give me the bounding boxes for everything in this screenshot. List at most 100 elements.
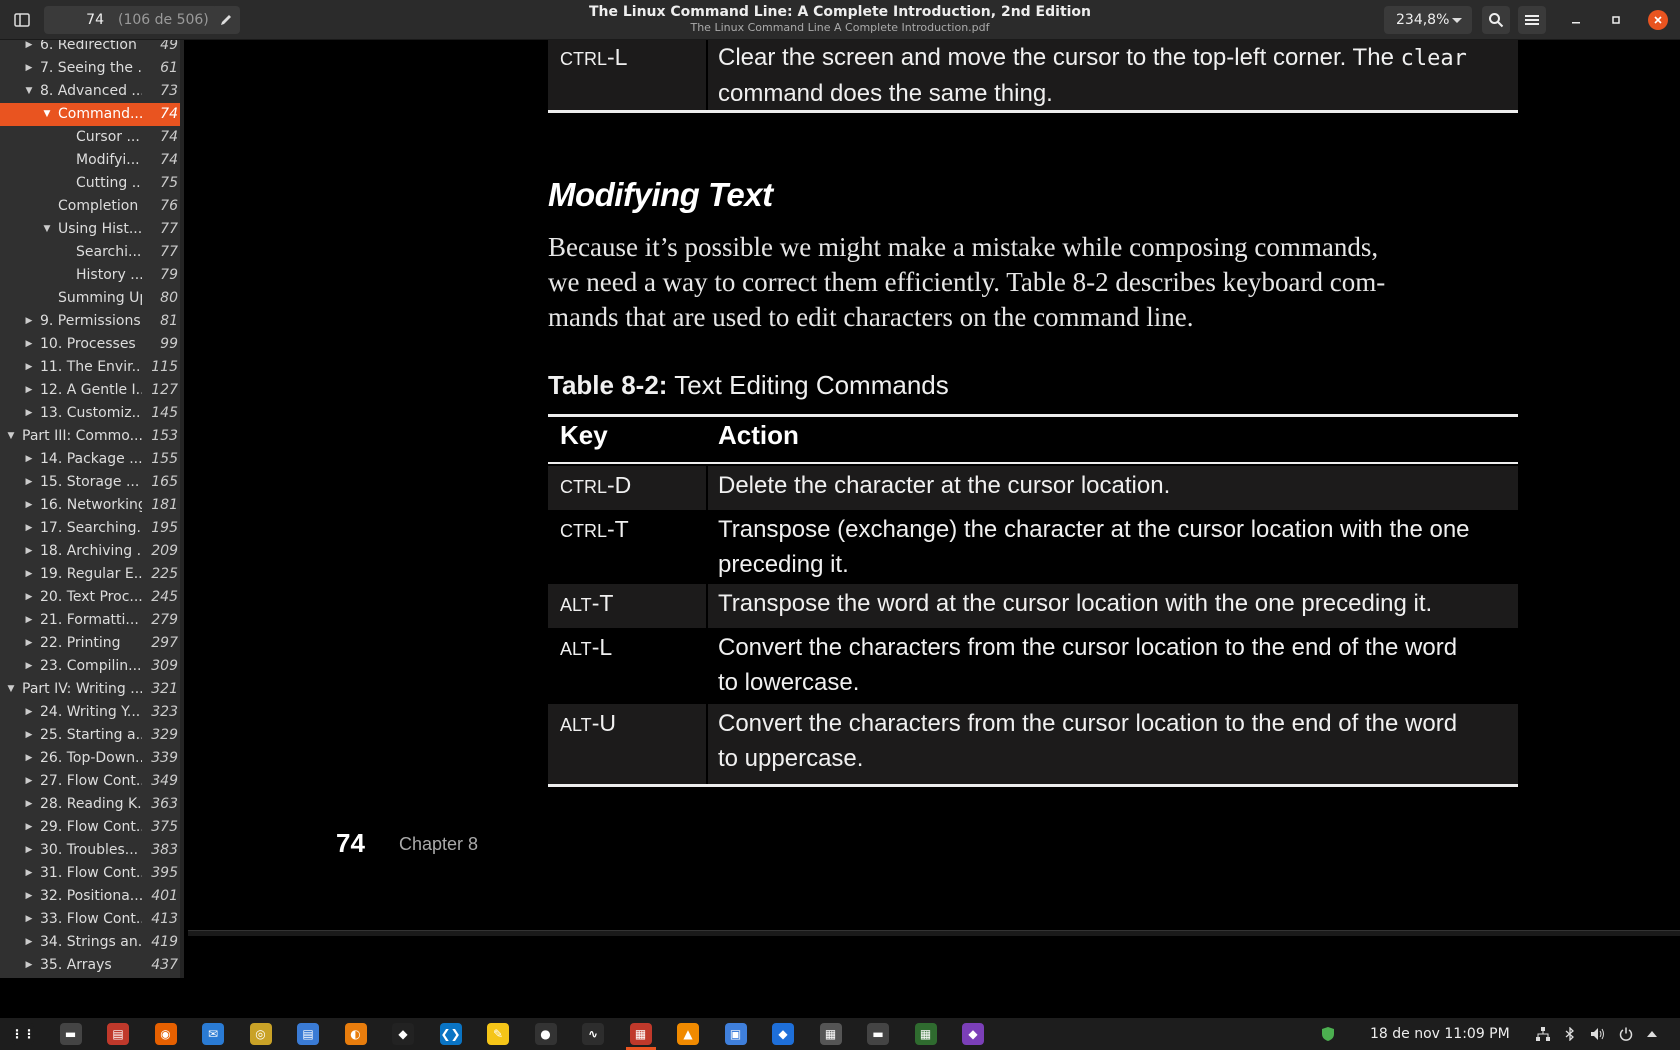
- outline-item[interactable]: ▶ 13. Customiz... 145: [0, 402, 180, 425]
- outline-item[interactable]: ▶ 28. Reading K... 363: [0, 793, 180, 816]
- annotate-pencil-icon[interactable]: [212, 6, 240, 34]
- screenshot-icon[interactable]: ▣: [724, 1023, 747, 1045]
- outline-item[interactable]: ▶ 32. Positiona... 401: [0, 885, 180, 908]
- maximize-icon[interactable]: [1606, 10, 1626, 30]
- expander-down-icon[interactable]: ▼: [42, 218, 52, 241]
- clock[interactable]: 18 de nov 11:09 PM: [1370, 1018, 1510, 1050]
- outline-item[interactable]: ▶ 25. Starting a... 329: [0, 724, 180, 747]
- outline-item[interactable]: ▶ 16. Networking 181: [0, 494, 180, 517]
- expander-down-icon[interactable]: ▼: [24, 80, 34, 103]
- notes-icon[interactable]: ✎: [487, 1023, 509, 1045]
- outline-item[interactable]: ▼ Part IV: Writing ... 321: [0, 678, 180, 701]
- power-icon[interactable]: [1616, 1024, 1636, 1044]
- zoom-selector[interactable]: 234,8%: [1384, 6, 1472, 34]
- expander-right-icon[interactable]: ▶: [24, 356, 34, 379]
- outline-item[interactable]: ▶ 6. Redirection 49: [0, 40, 180, 57]
- expander-right-icon[interactable]: ▶: [24, 724, 34, 747]
- vlc-icon[interactable]: ▲: [677, 1023, 699, 1045]
- expander-right-icon[interactable]: ▶: [24, 586, 34, 609]
- expander-right-icon[interactable]: ▶: [24, 793, 34, 816]
- expander-right-icon[interactable]: ▶: [24, 333, 34, 356]
- expander-right-icon[interactable]: ▶: [24, 816, 34, 839]
- expander-down-icon[interactable]: ▼: [42, 103, 52, 126]
- outline-item[interactable]: ▶ 20. Text Proc... 245: [0, 586, 180, 609]
- volume-icon[interactable]: [1588, 1024, 1608, 1044]
- expander-right-icon[interactable]: ▶: [24, 655, 34, 678]
- outline-item[interactable]: ▶ 9. Permissions 81: [0, 310, 180, 333]
- minimize-icon[interactable]: [1566, 10, 1586, 30]
- expander-right-icon[interactable]: ▶: [24, 954, 34, 977]
- close-icon[interactable]: [1648, 10, 1668, 30]
- expander-right-icon[interactable]: ▶: [24, 379, 34, 402]
- expander-right-icon[interactable]: ▶: [24, 632, 34, 655]
- outline-item[interactable]: ▼ Command... 74: [0, 103, 180, 126]
- outline-item[interactable]: ▶ 29. Flow Cont... 375: [0, 816, 180, 839]
- expander-right-icon[interactable]: ▶: [24, 885, 34, 908]
- vscode-icon[interactable]: ❮❯: [439, 1023, 462, 1045]
- outline-item[interactable]: ▶ 30. Troubles... 383: [0, 839, 180, 862]
- outline-item[interactable]: History ... 79: [0, 264, 180, 287]
- sidebar-toggle-icon[interactable]: [8, 6, 36, 34]
- outline-item[interactable]: ▶ 11. The Envir... 115: [0, 356, 180, 379]
- outline-item[interactable]: ▶ 15. Storage ... 165: [0, 471, 180, 494]
- expander-right-icon[interactable]: ▶: [24, 448, 34, 471]
- outline-item[interactable]: ▶ 22. Printing 297: [0, 632, 180, 655]
- expander-right-icon[interactable]: ▶: [24, 862, 34, 885]
- outline-item[interactable]: ▶ 23. Compilin... 309: [0, 655, 180, 678]
- outline-item[interactable]: Searchi... 77: [0, 241, 180, 264]
- expander-down-icon[interactable]: ▼: [6, 678, 16, 701]
- calculator-icon[interactable]: ▦: [914, 1023, 937, 1045]
- outline-item[interactable]: ▶ 19. Regular E... 225: [0, 563, 180, 586]
- expander-right-icon[interactable]: ▶: [24, 402, 34, 425]
- expander-right-icon[interactable]: ▶: [24, 931, 34, 954]
- outline-item[interactable]: Modifyi... 74: [0, 149, 180, 172]
- expander-right-icon[interactable]: ▶: [24, 839, 34, 862]
- outline-item[interactable]: ▶ 18. Archiving ... 209: [0, 540, 180, 563]
- outline-item[interactable]: ▶ 34. Strings an... 419: [0, 931, 180, 954]
- outline-item[interactable]: Completion 76: [0, 195, 180, 218]
- outline-item[interactable]: ▶ 17. Searching... 195: [0, 517, 180, 540]
- outline-item[interactable]: Cursor ... 74: [0, 126, 180, 149]
- outline-item[interactable]: ▶ 24. Writing Y... 323: [0, 701, 180, 724]
- thunderbird-icon[interactable]: ✉: [202, 1023, 224, 1045]
- bluetooth-icon[interactable]: [1560, 1024, 1580, 1044]
- expander-right-icon[interactable]: ▶: [24, 609, 34, 632]
- system-monitor-icon[interactable]: ∿: [582, 1023, 604, 1045]
- brave-icon[interactable]: ◆: [962, 1023, 984, 1045]
- outline-item[interactable]: ▶ 21. Formatti... 279: [0, 609, 180, 632]
- expander-right-icon[interactable]: ▶: [24, 770, 34, 793]
- expander-right-icon[interactable]: ▶: [24, 310, 34, 333]
- network-icon[interactable]: [1533, 1024, 1553, 1044]
- expander-down-icon[interactable]: ▼: [6, 425, 16, 448]
- inkscape-icon[interactable]: ◆: [392, 1023, 414, 1045]
- archive-icon[interactable]: ▦: [819, 1023, 842, 1045]
- outline-item[interactable]: ▼ 8. Advanced ... 73: [0, 80, 180, 103]
- expander-right-icon[interactable]: ▶: [24, 563, 34, 586]
- expander-right-icon[interactable]: ▶: [24, 540, 34, 563]
- outline-item[interactable]: ▶ 33. Flow Cont... 413: [0, 908, 180, 931]
- outline-item[interactable]: Cutting ... 75: [0, 172, 180, 195]
- expander-right-icon[interactable]: ▶: [24, 747, 34, 770]
- pdf-reader-icon[interactable]: ▦: [629, 1023, 652, 1045]
- outline-item[interactable]: Summing Up 80: [0, 287, 180, 310]
- app-grid-icon[interactable]: ⋮⋮: [11, 1023, 35, 1045]
- obs-icon[interactable]: ●: [534, 1023, 557, 1045]
- chevron-up-icon[interactable]: [1642, 1024, 1662, 1044]
- outline-item[interactable]: ▼ Part III: Commo... 153: [0, 425, 180, 448]
- outline-item[interactable]: ▼ Using Hist... 77: [0, 218, 180, 241]
- expander-right-icon[interactable]: ▶: [24, 471, 34, 494]
- shield-icon[interactable]: [1318, 1024, 1338, 1044]
- hamburger-menu-icon[interactable]: [1518, 6, 1546, 34]
- expander-right-icon[interactable]: ▶: [24, 40, 34, 57]
- expander-right-icon[interactable]: ▶: [24, 494, 34, 517]
- text-editor-icon[interactable]: ▤: [297, 1023, 319, 1045]
- outline-item[interactable]: ▶ 35. Arrays 437: [0, 954, 180, 977]
- outline-item[interactable]: ▶ 7. Seeing the ... 61: [0, 57, 180, 80]
- firefox-icon[interactable]: ◉: [154, 1023, 177, 1045]
- search-icon[interactable]: [1482, 6, 1510, 34]
- document-view[interactable]: CTRL-L Clear the screen and move the cur…: [188, 40, 1680, 978]
- diagram-icon[interactable]: ◆: [772, 1023, 794, 1045]
- outline-item[interactable]: ▶ 12. A Gentle I... 127: [0, 379, 180, 402]
- document-viewer-icon[interactable]: ▤: [107, 1023, 129, 1045]
- outline-item[interactable]: ▶ 26. Top-Down... 339: [0, 747, 180, 770]
